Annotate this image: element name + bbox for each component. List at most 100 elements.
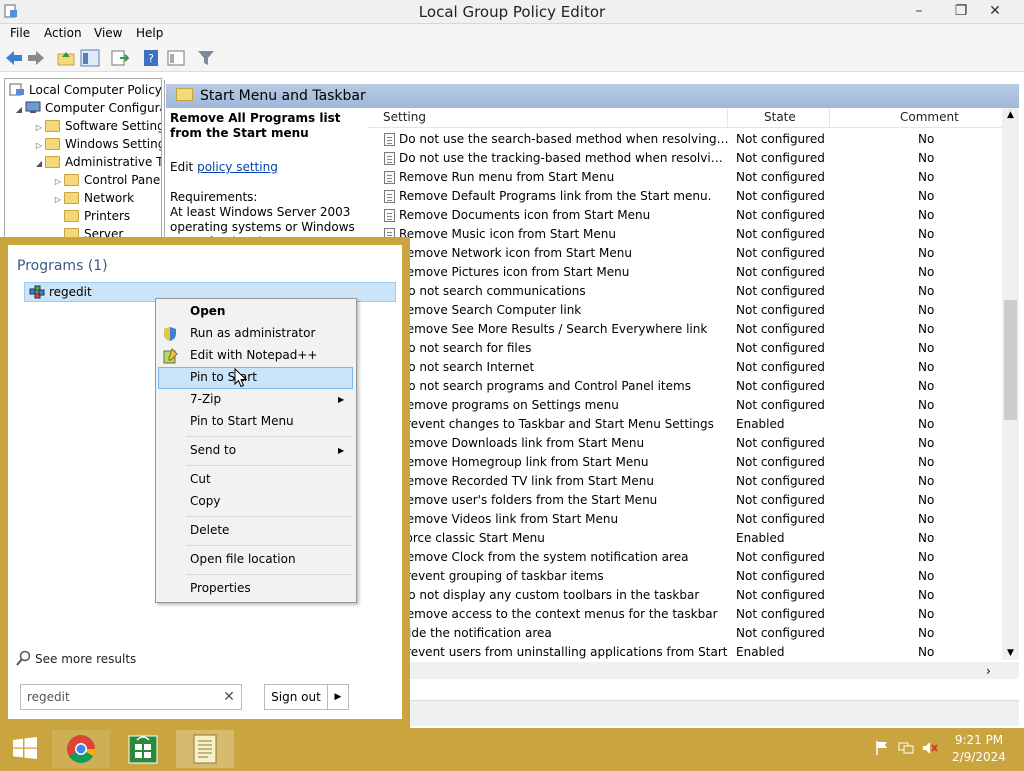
expanded-arrow-icon[interactable]: ◢ (13, 101, 25, 119)
table-row[interactable]: Remove Documents icon from Start Menu Not… (370, 206, 1002, 225)
setting-state: Not configured (736, 170, 825, 184)
sign-out-button[interactable]: Sign out (264, 684, 328, 710)
taskbar-store-button[interactable] (114, 730, 172, 768)
table-row[interactable]: Do not display any custom toolbars in th… (370, 586, 1002, 605)
edit-policy-link[interactable]: policy setting (197, 160, 278, 174)
setting-name: Remove Network icon from Start Menu (399, 246, 632, 260)
show-hide-tree-icon[interactable] (80, 49, 100, 67)
up-folder-icon[interactable] (56, 49, 76, 67)
scroll-right-icon[interactable]: › (986, 664, 991, 678)
taskbar-gpedit-button[interactable] (176, 730, 234, 768)
scroll-up-icon[interactable]: ▲ (1004, 110, 1017, 120)
export-list-icon[interactable] (110, 49, 130, 67)
menu-action[interactable]: Action (44, 26, 82, 40)
column-header-setting[interactable]: Setting (383, 110, 426, 124)
table-row[interactable]: Remove Recorded TV link from Start Menu N… (370, 472, 1002, 491)
table-row[interactable]: Remove access to the context menus for t… (370, 605, 1002, 624)
shutdown-options-arrow-icon[interactable]: ▶ (327, 684, 349, 710)
menu-item-edit-with-notepad-plus-plus[interactable]: Edit with Notepad++ (190, 348, 317, 362)
menu-item-open-file-location[interactable]: Open file location (190, 552, 296, 566)
forward-arrow-icon[interactable] (26, 49, 46, 67)
scroll-down-icon[interactable]: ▼ (1004, 648, 1017, 658)
table-row[interactable]: Remove user's folders from the Start Men… (370, 491, 1002, 510)
menu-item-pin-to-start-menu[interactable]: Pin to Start Menu (190, 414, 294, 428)
setting-comment: No (918, 303, 935, 317)
table-row[interactable]: Remove Search Computer link Not configure… (370, 301, 1002, 320)
back-arrow-icon[interactable] (4, 49, 24, 67)
tree-item-computer-configuration[interactable]: ◢ Computer Configura (13, 99, 161, 119)
column-divider[interactable] (829, 108, 830, 128)
menu-help[interactable]: Help (136, 26, 163, 40)
table-row[interactable]: Do not search Internet Not configured No (370, 358, 1002, 377)
table-row[interactable]: Hide the notification area Not configured… (370, 624, 1002, 643)
restore-button[interactable]: ❐ (946, 0, 976, 22)
menu-separator (186, 545, 352, 546)
table-row[interactable]: Remove See More Results / Search Everywh… (370, 320, 1002, 339)
tree-item-printers[interactable]: Printers (64, 207, 130, 225)
tree-item-administrative-templates[interactable]: ◢ Administrative Te (33, 153, 161, 173)
table-row[interactable]: Remove Network icon from Start Menu Not c… (370, 244, 1002, 263)
vertical-scroll-thumb[interactable] (1004, 300, 1017, 420)
table-row[interactable]: Do not use the tracking-based method whe… (370, 149, 1002, 168)
notepad-plus-plus-icon (163, 348, 178, 364)
menu-file[interactable]: File (10, 26, 30, 40)
table-row[interactable]: Prevent grouping of taskbar items Not con… (370, 567, 1002, 586)
table-row[interactable]: Remove Music icon from Start Menu Not con… (370, 225, 1002, 244)
menu-item-run-as-administrator[interactable]: Run as administrator (190, 326, 315, 340)
tree-item-software-settings[interactable]: ▷ Software Settings (33, 117, 161, 135)
table-row[interactable]: Remove Homegroup link from Start Menu Not… (370, 453, 1002, 472)
menu-view[interactable]: View (94, 26, 122, 40)
folder-icon (176, 88, 193, 101)
tree-item-local-computer-policy[interactable]: Local Computer Policy (9, 81, 161, 99)
menu-item-send-to[interactable]: Send to (190, 443, 236, 457)
tree-item-windows-settings[interactable]: ▷ Windows Setting (33, 135, 161, 153)
column-header-state[interactable]: State (764, 110, 796, 124)
clock-date[interactable]: 2/9/2024 (944, 750, 1014, 764)
status-bar (408, 700, 1019, 726)
table-row[interactable]: Prevent users from uninstalling applicat… (370, 643, 1002, 660)
table-row[interactable]: Do not search programs and Control Panel… (370, 377, 1002, 396)
setting-state: Not configured (736, 189, 825, 203)
table-row[interactable]: Remove Run menu from Start Menu Not confi… (370, 168, 1002, 187)
table-row[interactable]: Remove Downloads link from Start Menu Not… (370, 434, 1002, 453)
table-row[interactable]: Remove Pictures icon from Start Menu Not … (370, 263, 1002, 282)
column-divider[interactable] (727, 108, 728, 128)
menu-item-properties[interactable]: Properties (190, 581, 251, 595)
menu-item-cut[interactable]: Cut (190, 472, 211, 486)
menu-item-copy[interactable]: Copy (190, 494, 220, 508)
tree-item-control-panel[interactable]: ▷ Control Panel (52, 171, 161, 189)
table-row[interactable]: Prevent changes to Taskbar and Start Men… (370, 415, 1002, 434)
taskbar-chrome-button[interactable] (52, 730, 110, 768)
windows-start-icon[interactable] (12, 737, 38, 759)
setting-name: Remove Clock from the system notificatio… (399, 550, 689, 564)
table-row[interactable]: Do not search for files Not configured No (370, 339, 1002, 358)
menu-item-7-zip[interactable]: 7-Zip (190, 392, 221, 406)
table-row[interactable]: Remove Clock from the system notificatio… (370, 548, 1002, 567)
mouse-cursor-icon (234, 368, 248, 388)
minimize-button[interactable]: – (904, 0, 934, 22)
table-row[interactable]: Remove Videos link from Start Menu Not co… (370, 510, 1002, 529)
table-row[interactable]: Do not search communications Not configur… (370, 282, 1002, 301)
see-more-results-link[interactable]: See more results (35, 652, 136, 666)
volume-muted-icon[interactable] (922, 740, 938, 756)
clock-time[interactable]: 9:21 PM (944, 733, 1014, 747)
filter-icon[interactable] (196, 49, 216, 67)
table-row[interactable]: Do not use the search-based method when … (370, 130, 1002, 149)
table-row[interactable]: Remove programs on Settings menu Not conf… (370, 396, 1002, 415)
horizontal-scrollbar[interactable] (408, 662, 1019, 679)
menu-item-delete[interactable]: Delete (190, 523, 229, 537)
extended-view-icon[interactable] (166, 49, 186, 67)
table-row[interactable]: Force classic Start Menu Enabled No (370, 529, 1002, 548)
action-center-flag-icon[interactable] (874, 740, 890, 756)
help-icon[interactable]: ? (142, 49, 162, 67)
expanded-arrow-icon[interactable]: ◢ (33, 155, 45, 173)
menu-item-open[interactable]: Open (190, 304, 225, 318)
collapsed-arrow-icon[interactable]: ▷ (52, 191, 64, 209)
clear-search-icon[interactable]: ✕ (220, 686, 238, 708)
tree-pane[interactable]: Local Computer Policy ◢ Computer Configur… (4, 78, 162, 248)
column-header-comment[interactable]: Comment (900, 110, 959, 124)
network-icon[interactable] (898, 740, 914, 756)
close-button[interactable]: ✕ (980, 0, 1010, 22)
tree-item-network[interactable]: ▷ Network (52, 189, 134, 207)
table-row[interactable]: Remove Default Programs link from the St… (370, 187, 1002, 206)
